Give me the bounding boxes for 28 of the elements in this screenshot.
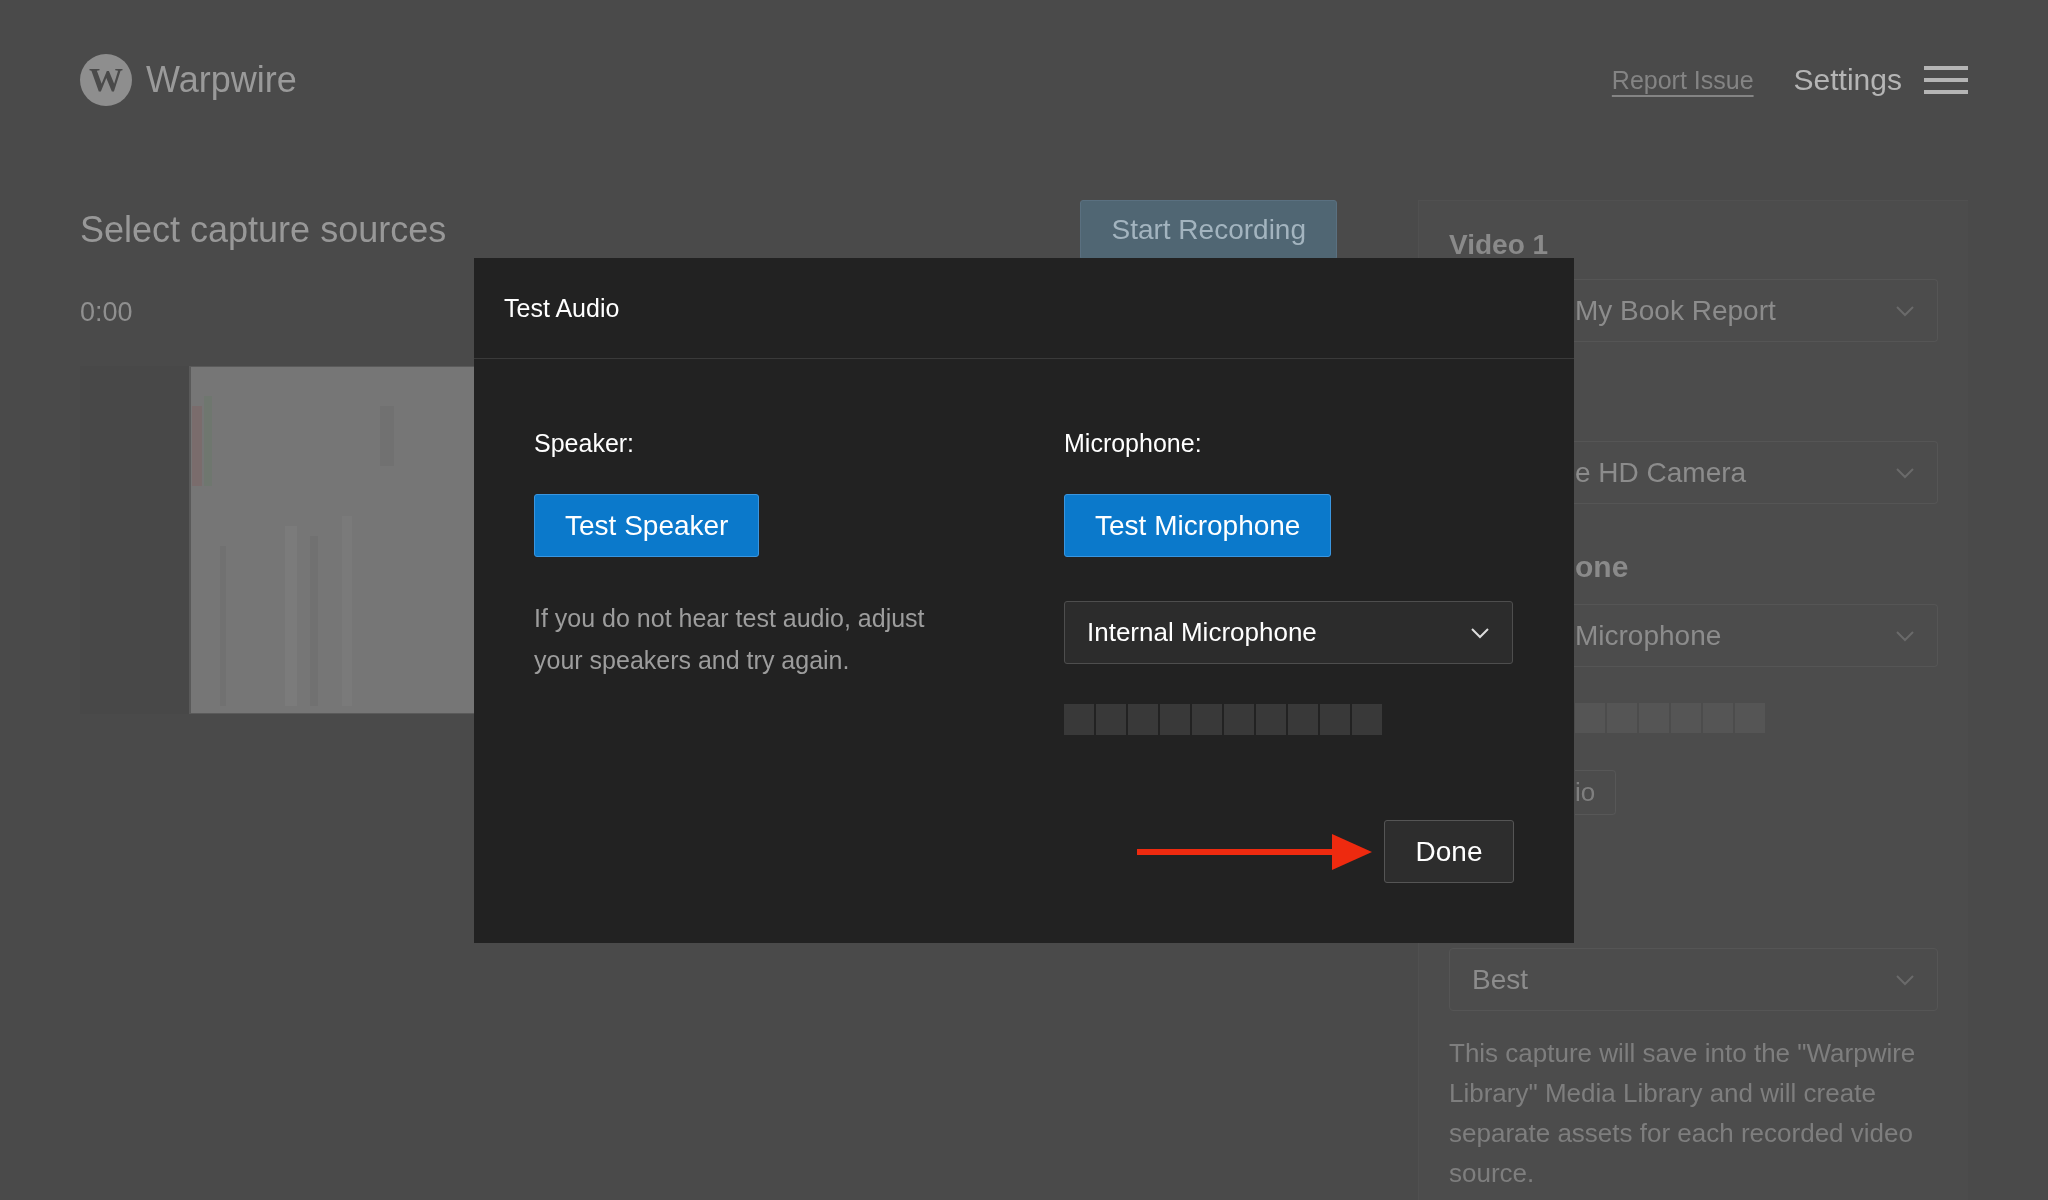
chevron-down-icon bbox=[1895, 304, 1915, 317]
chevron-down-icon bbox=[1895, 629, 1915, 642]
settings-link[interactable]: Settings bbox=[1793, 63, 1902, 97]
logo-icon: W bbox=[80, 54, 132, 106]
chevron-down-icon bbox=[1470, 626, 1490, 639]
test-speaker-button[interactable]: Test Speaker bbox=[534, 494, 760, 557]
speaker-label: Speaker: bbox=[534, 429, 635, 458]
section-heading: one bbox=[1574, 550, 1630, 584]
select-field[interactable]: My Book Report bbox=[1574, 279, 1938, 342]
test-microphone-button[interactable]: Test Microphone bbox=[1064, 494, 1332, 557]
chevron-down-icon bbox=[1895, 466, 1915, 479]
chevron-down-icon bbox=[1895, 973, 1915, 986]
select-field[interactable]: Best bbox=[1449, 948, 1938, 1011]
menu-icon[interactable] bbox=[1924, 66, 1968, 94]
microphone-select[interactable]: Internal Microphone bbox=[1064, 601, 1513, 664]
select-field[interactable]: Microphone bbox=[1574, 604, 1938, 667]
speaker-hint: If you do not hear test audio, adjust your speakers and try again. bbox=[534, 603, 926, 676]
timer: 0:00 bbox=[80, 297, 133, 328]
start-recording-button[interactable]: Start Recording bbox=[1080, 200, 1337, 260]
report-issue-link[interactable]: Report Issue bbox=[1611, 65, 1754, 95]
page-title: Select capture sources bbox=[80, 209, 447, 251]
panel-heading: Video 1 bbox=[1449, 229, 1550, 261]
brand-name: Warpwire bbox=[146, 59, 297, 101]
arrow-icon bbox=[1137, 833, 1372, 870]
dialog-title: Test Audio bbox=[474, 258, 1574, 359]
select-field[interactable]: e HD Camera bbox=[1574, 441, 1938, 504]
done-button[interactable]: Done bbox=[1384, 820, 1514, 883]
microphone-label: Microphone: bbox=[1064, 429, 1202, 458]
